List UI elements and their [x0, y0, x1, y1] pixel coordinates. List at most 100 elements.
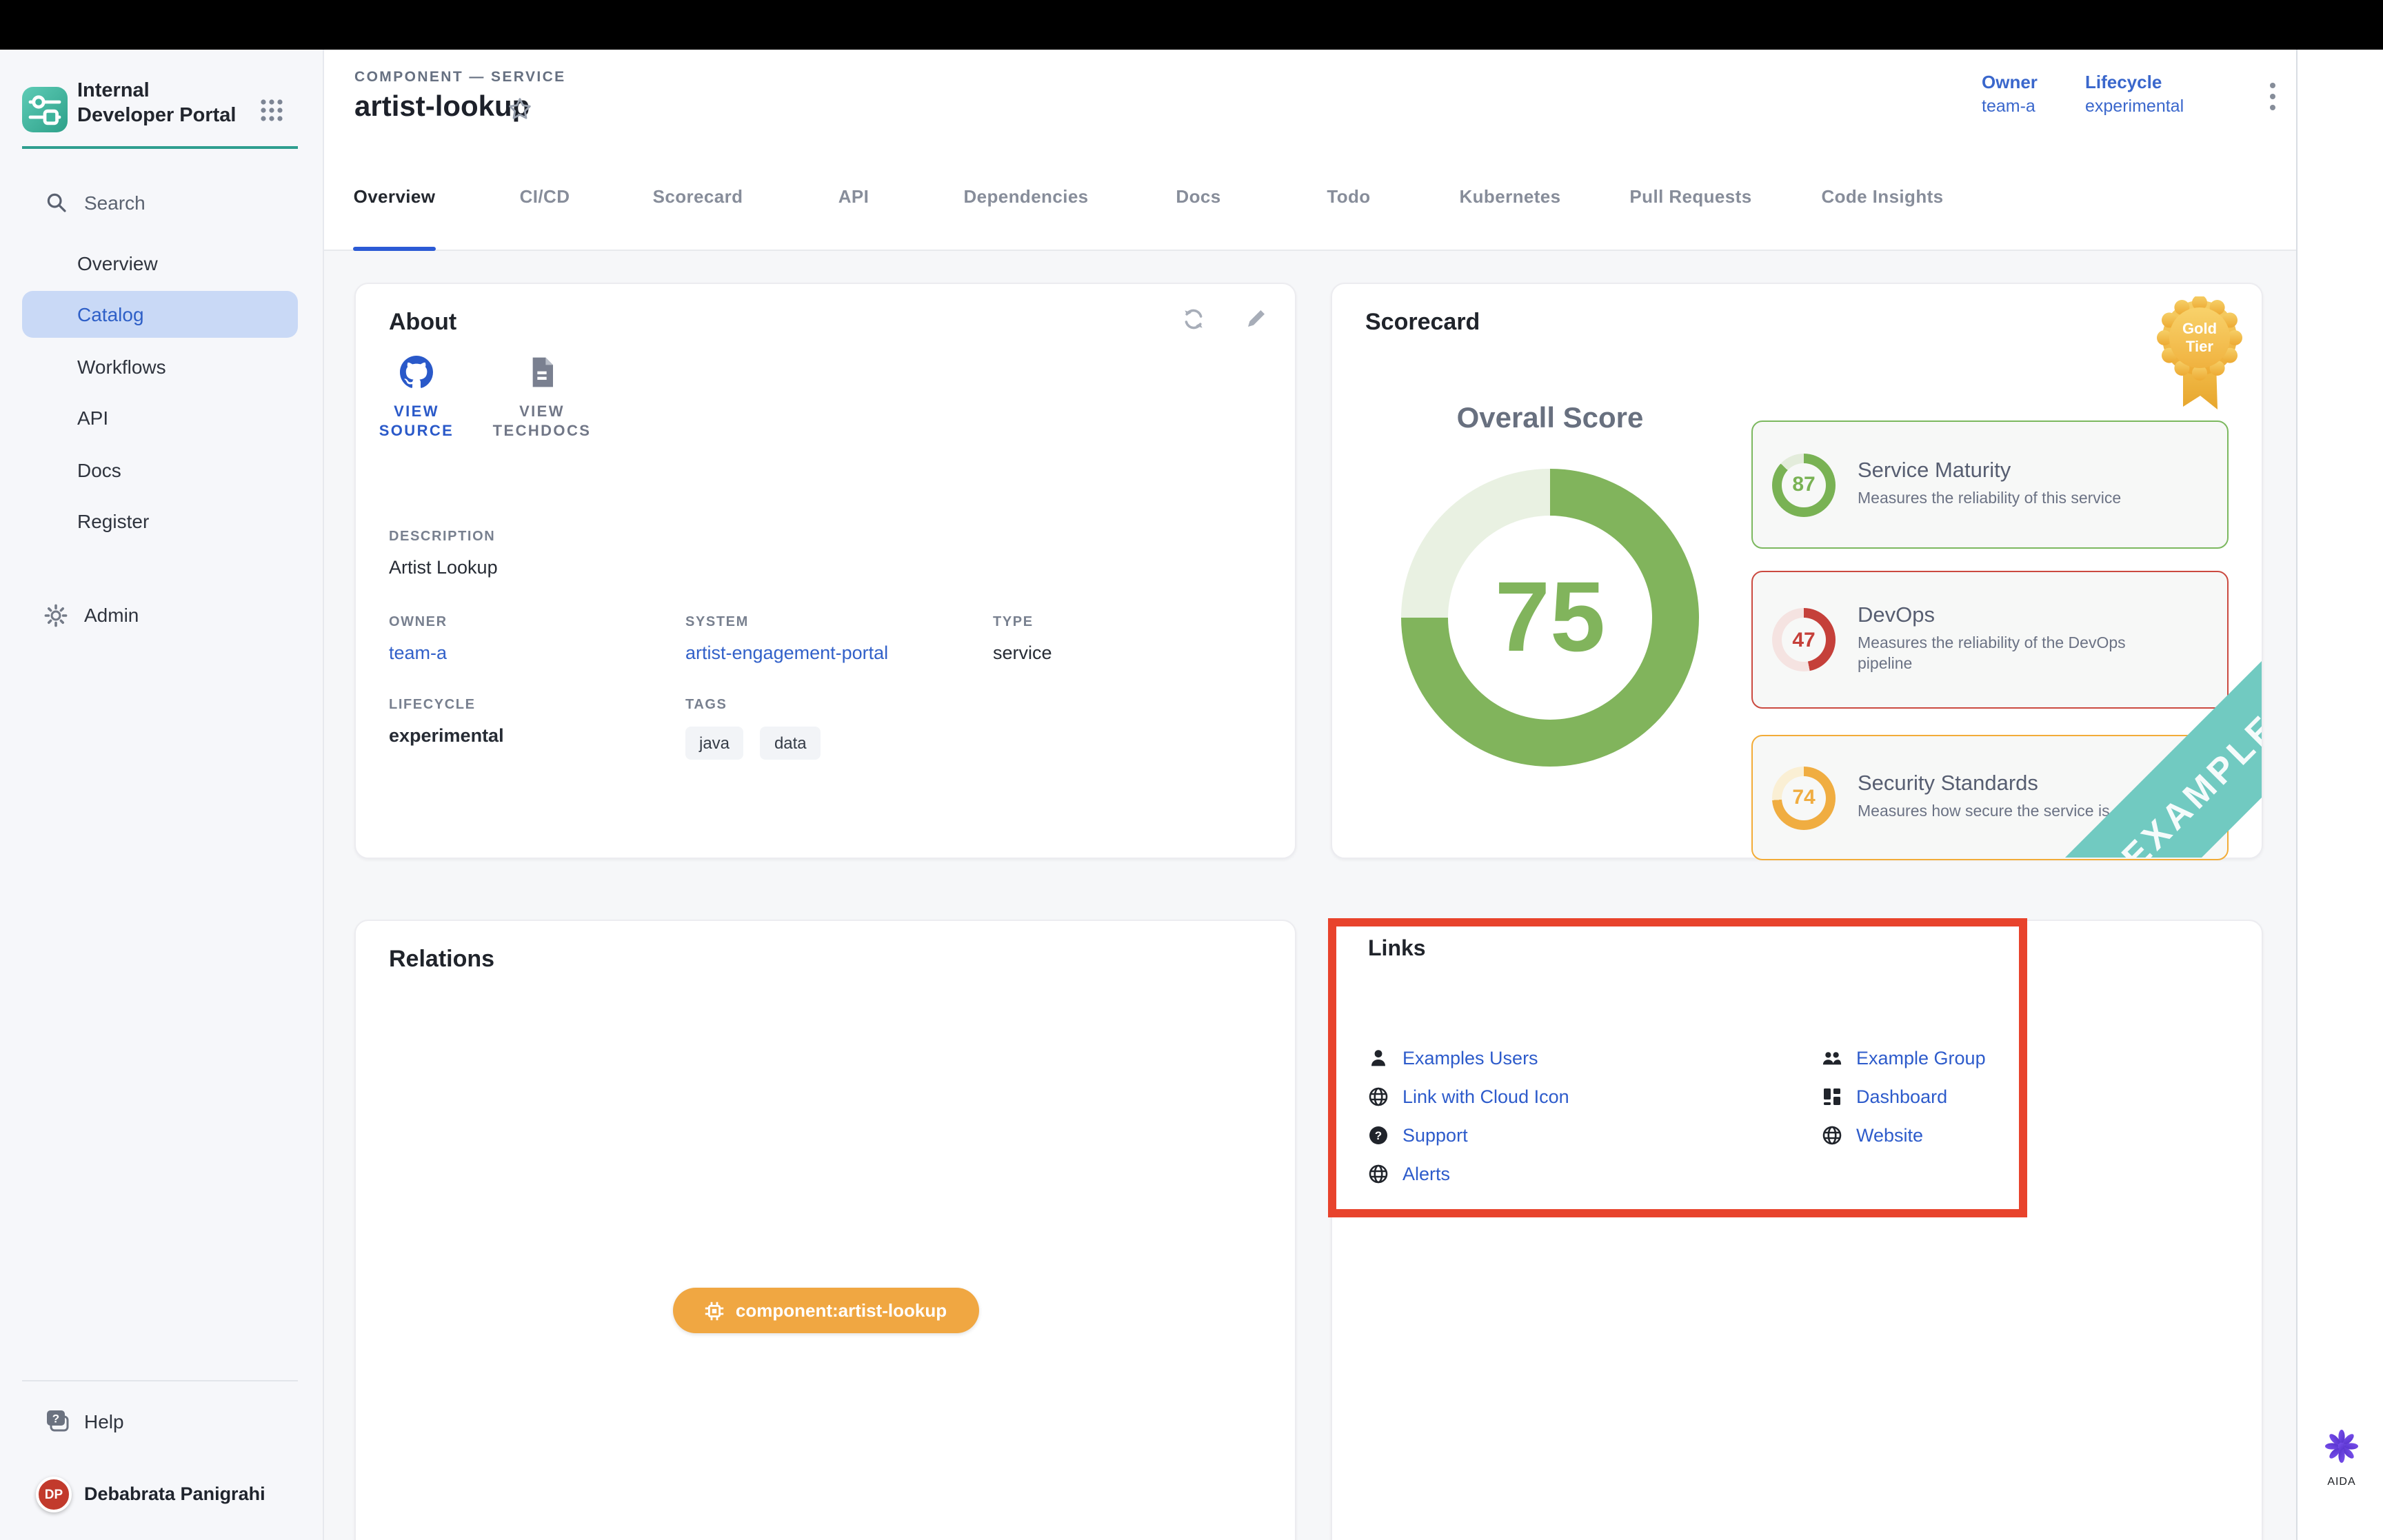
apps-grid-icon[interactable]	[259, 97, 284, 124]
kebab-menu-icon[interactable]	[2260, 80, 2285, 113]
about-type-value: service	[993, 642, 1052, 663]
portal-title: Internal Developer Portal	[77, 79, 250, 128]
lifecycle-label: Lifecycle	[2085, 72, 2184, 92]
tab-cicd[interactable]: CI/CD	[520, 186, 570, 207]
description-label: DESCRIPTION	[389, 529, 498, 545]
metric-name: Security Standards	[1858, 772, 2110, 797]
owner-label: Owner	[1982, 72, 2038, 92]
scorecard-title: Scorecard	[1365, 309, 1480, 336]
tags-field: TAGS java data	[685, 698, 832, 760]
service-maturity-donut: 87	[1772, 453, 1836, 516]
metric-name: Service Maturity	[1858, 459, 2121, 484]
view-techdocs-line1: VIEW	[459, 404, 625, 421]
sidebar-help-label: Help	[84, 1410, 124, 1432]
edit-pencil-icon[interactable]	[1244, 306, 1271, 334]
user-name: Debabrata Panigrahi	[84, 1483, 265, 1504]
link-label: Dashboard	[1856, 1086, 1947, 1106]
favorite-star-icon[interactable]	[507, 97, 532, 128]
search-icon	[46, 192, 68, 214]
user-icon	[1368, 1047, 1389, 1068]
sidebar: Internal Developer Portal Search Overvie…	[0, 50, 324, 1540]
tab-api[interactable]: API	[838, 186, 869, 207]
sidebar-item-workflows[interactable]: Workflows	[22, 343, 298, 390]
overall-score-value: 75	[1401, 469, 1699, 767]
sidebar-search[interactable]: Search	[0, 186, 324, 222]
about-tags-label: TAGS	[685, 698, 832, 713]
tab-dependencies[interactable]: Dependencies	[963, 186, 1088, 207]
link-alerts[interactable]: Alerts	[1368, 1159, 1450, 1187]
metric-tile-security-standards[interactable]: 74 Security Standards Measures how secur…	[1751, 735, 2229, 860]
type-field: TYPE service	[993, 615, 1052, 663]
view-techdocs-line2: TECHDOCS	[459, 423, 625, 440]
about-system-value[interactable]: artist-engagement-portal	[685, 642, 888, 663]
sidebar-item-register[interactable]: Register	[22, 498, 298, 545]
tab-docs[interactable]: Docs	[1176, 186, 1220, 207]
link-label: Examples Users	[1402, 1047, 1538, 1068]
link-support[interactable]: ? Support	[1368, 1121, 1468, 1148]
overall-score-donut: 75	[1401, 469, 1699, 767]
description-value: Artist Lookup	[389, 557, 498, 578]
link-dashboard[interactable]: Dashboard	[1822, 1082, 1947, 1110]
tab-overview[interactable]: Overview	[354, 186, 436, 207]
globe-icon	[1368, 1163, 1389, 1184]
browser-black-bar	[0, 0, 2383, 50]
link-label: Website	[1856, 1124, 1923, 1145]
sidebar-item-docs[interactable]: Docs	[22, 447, 298, 494]
tab-scorecard[interactable]: Scorecard	[653, 186, 743, 207]
globe-icon	[1368, 1086, 1389, 1106]
link-label: Support	[1402, 1124, 1468, 1145]
about-owner-label: OWNER	[389, 615, 448, 630]
link-example-group[interactable]: Example Group	[1822, 1044, 1986, 1071]
tab-code-insights[interactable]: Code Insights	[1821, 186, 1943, 207]
tab-pull-requests[interactable]: Pull Requests	[1629, 186, 1751, 207]
svg-text:Tier: Tier	[2186, 338, 2213, 355]
header-owner[interactable]: Owner team-a	[1982, 72, 2038, 116]
aida-assistant-widget[interactable]: AIDA	[2314, 1428, 2369, 1488]
tab-todo[interactable]: Todo	[1327, 186, 1370, 207]
description-field: DESCRIPTION Artist Lookup	[389, 529, 498, 578]
about-title: About	[389, 309, 456, 336]
about-owner-value[interactable]: team-a	[389, 642, 448, 663]
tag-chip[interactable]: java	[685, 727, 743, 760]
sidebar-item-overview[interactable]: Overview	[22, 240, 298, 287]
about-type-label: TYPE	[993, 615, 1052, 630]
metric-tile-service-maturity[interactable]: 87 Service Maturity Measures the reliabi…	[1751, 421, 2229, 549]
sidebar-item-catalog[interactable]: Catalog	[22, 291, 298, 338]
sidebar-item-admin[interactable]: Admin	[0, 597, 324, 636]
github-icon	[400, 356, 433, 389]
sidebar-search-label: Search	[84, 192, 145, 214]
owner-value[interactable]: team-a	[1982, 97, 2038, 116]
devops-score: 47	[1772, 608, 1836, 671]
link-cloud[interactable]: Link with Cloud Icon	[1368, 1082, 1569, 1110]
view-techdocs-button[interactable]: VIEW TECHDOCS	[459, 356, 625, 440]
lifecycle-value: experimental	[2085, 97, 2184, 116]
component-chip-icon	[705, 1301, 725, 1320]
scorecard-card: Scorecard Overall Score 75 87 Service Ma…	[1331, 283, 2263, 859]
tag-chip[interactable]: data	[761, 727, 821, 760]
security-standards-score: 74	[1772, 766, 1836, 829]
link-label: Alerts	[1402, 1163, 1450, 1184]
refresh-icon[interactable]	[1180, 306, 1208, 334]
link-website[interactable]: Website	[1822, 1121, 1923, 1148]
metric-description: Measures the reliability of this service	[1858, 489, 2121, 510]
sidebar-bottom-divider	[22, 1380, 298, 1381]
sidebar-user[interactable]: DP Debabrata Panigrahi	[0, 1475, 324, 1517]
sidebar-help[interactable]: ? Help	[0, 1402, 324, 1441]
about-card: About VIEW	[354, 283, 1296, 859]
relations-node[interactable]: component:artist-lookup	[673, 1288, 979, 1333]
header-lifecycle[interactable]: Lifecycle experimental	[2085, 72, 2184, 116]
tab-kubernetes[interactable]: Kubernetes	[1459, 186, 1560, 207]
metric-description: Measures the reliability of the DevOps p…	[1858, 634, 2175, 676]
metric-tile-devops[interactable]: 47 DevOps Measures the reliability of th…	[1751, 571, 2229, 709]
relations-card: Relations component:artist-lookup	[354, 920, 1296, 1540]
sidebar-item-api[interactable]: API	[22, 394, 298, 441]
link-label: Example Group	[1856, 1047, 1986, 1068]
links-title: Links	[1368, 938, 1426, 962]
svg-text:Gold: Gold	[2182, 320, 2217, 337]
metric-description: Measures how secure the service is	[1858, 802, 2110, 823]
techdocs-file-icon	[527, 356, 557, 389]
link-examples-users[interactable]: Examples Users	[1368, 1044, 1538, 1071]
breadcrumb: COMPONENT — SERVICE	[354, 69, 566, 85]
sidebar-accent-divider	[22, 146, 298, 149]
screen: Internal Developer Portal Search Overvie…	[0, 0, 2383, 1540]
